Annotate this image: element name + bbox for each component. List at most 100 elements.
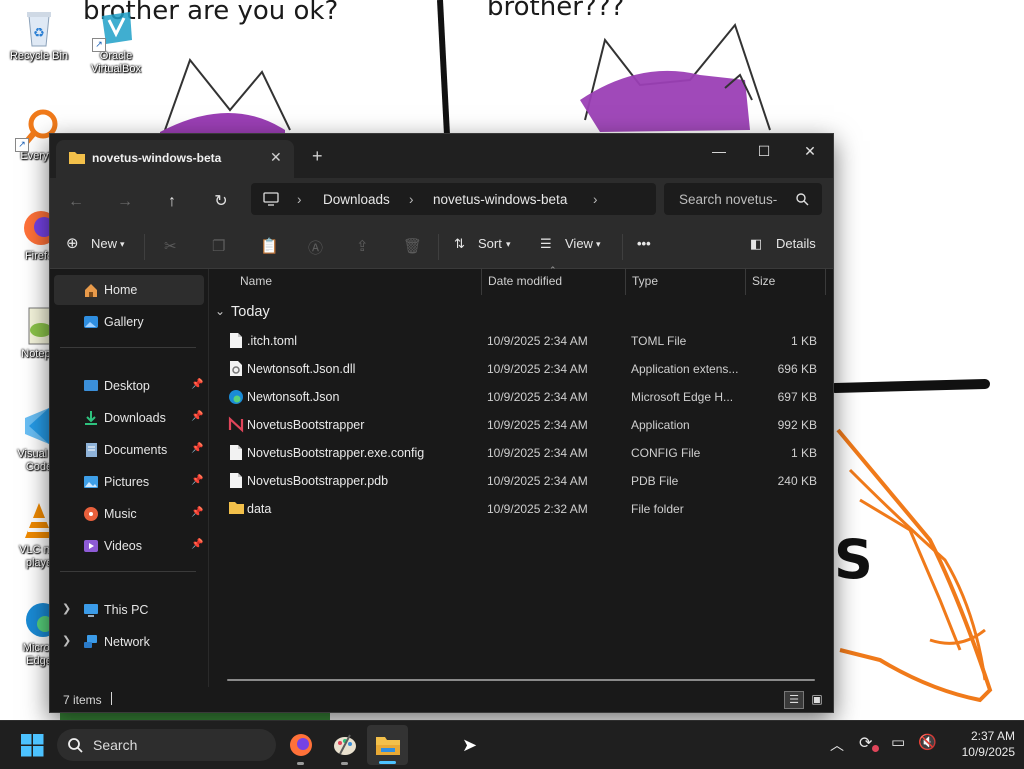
column-divider[interactable] — [825, 269, 826, 295]
chevron-down-icon: ▾ — [120, 239, 125, 249]
up-arrow-icon[interactable]: ↑ — [158, 188, 186, 216]
title-bar[interactable]: novetus-windows-beta ✕ + — ☐ ✕ — [50, 134, 833, 178]
details-view-icon[interactable]: ☰ — [784, 691, 804, 709]
sort-button[interactable]: ⇅ Sort ▾ — [452, 226, 518, 268]
paste-icon[interactable]: 📋 — [260, 237, 279, 255]
tiles-view-icon[interactable]: ▣ — [808, 691, 826, 707]
clock[interactable]: 2:37 AM 10/9/2025 — [943, 728, 1015, 760]
breadcrumb-novetus-windows-beta[interactable]: novetus-windows-beta — [433, 192, 567, 207]
sync-icon[interactable]: ⟳ — [859, 733, 872, 753]
tab-novetus-windows-beta[interactable]: novetus-windows-beta ✕ — [56, 140, 294, 178]
desktop-icon-label: Recycle Bin — [9, 50, 69, 62]
close-tab-icon[interactable]: ✕ — [270, 149, 282, 166]
file-row[interactable]: .itch.toml 10/9/2025 2:34 AM TOML File 1… — [219, 327, 823, 355]
sidebar-item-music[interactable]: Music 📌 — [50, 499, 206, 529]
sidebar-item-label: This PC — [104, 603, 149, 617]
maximize-button[interactable]: ☐ — [741, 138, 787, 164]
sidebar-item-desktop[interactable]: Desktop 📌 — [50, 371, 206, 401]
file-date: 10/9/2025 2:34 AM — [487, 362, 588, 376]
show-hidden-icons-chevron-icon[interactable]: ︿ — [830, 735, 844, 755]
file-name: Newtonsoft.Json.dll — [247, 362, 356, 376]
new-tab-button[interactable]: + — [312, 146, 323, 167]
sidebar-item-videos[interactable]: Videos 📌 — [50, 531, 206, 561]
horizontal-scrollbar[interactable] — [227, 679, 815, 681]
file-row[interactable]: NovetusBootstrapper.pdb 10/9/2025 2:34 A… — [219, 467, 823, 495]
close-button[interactable]: ✕ — [787, 138, 833, 164]
details-pane-button[interactable]: ◧ Details — [750, 226, 820, 268]
file-row[interactable]: Newtonsoft.Json 10/9/2025 2:34 AM Micros… — [219, 383, 823, 411]
share-icon[interactable]: ⇪ — [356, 237, 369, 255]
chevron-down-icon: ▾ — [506, 239, 511, 249]
pin-icon: 📌 — [191, 539, 204, 550]
view-button[interactable]: ☰ View ▾ — [540, 226, 610, 268]
file-type: Application extens... — [631, 362, 739, 376]
network-status-icon[interactable]: ▭ — [891, 733, 905, 751]
breadcrumb-downloads[interactable]: Downloads — [323, 192, 390, 207]
pin-icon: 📌 — [191, 411, 204, 422]
file-size: 696 KB — [777, 362, 817, 376]
novetus-app-icon — [228, 416, 244, 433]
view-icon: ☰ — [540, 236, 552, 251]
pin-icon: 📌 — [191, 443, 204, 454]
column-header-size[interactable]: Size — [752, 274, 775, 288]
column-header-date-modified[interactable]: Date modified — [488, 274, 562, 288]
file-row[interactable]: NovetusBootstrapper.exe.config 10/9/2025… — [219, 439, 823, 467]
desktop-icon-recycle-bin[interactable]: ♻ Recycle Bin — [4, 6, 74, 63]
back-arrow-icon[interactable]: ← — [62, 188, 90, 216]
rename-icon[interactable]: Ⓐ — [308, 237, 323, 258]
new-button[interactable]: ⊕ New ▾ — [64, 226, 134, 268]
search-input[interactable]: Search novetus- — [664, 183, 822, 215]
file-size: 992 KB — [777, 418, 817, 432]
sidebar-item-downloads[interactable]: Downloads 📌 — [50, 403, 206, 433]
refresh-icon[interactable]: ↻ — [207, 188, 235, 216]
cut-icon[interactable]: ✂ — [164, 237, 177, 255]
plus-circle-icon: ⊕ — [66, 235, 79, 252]
command-toolbar: ⊕ New ▾ ✂ ❐ 📋 Ⓐ ⇪ 🗑 ⇅ Sort ▾ ☰ View ▾ ••… — [50, 226, 833, 269]
column-divider[interactable] — [745, 269, 746, 295]
minimize-button[interactable]: — — [696, 138, 742, 164]
file-row[interactable]: Newtonsoft.Json.dll 10/9/2025 2:34 AM Ap… — [219, 355, 823, 383]
search-icon — [796, 193, 809, 206]
pictures-icon — [84, 476, 98, 488]
delete-icon[interactable]: 🗑 — [403, 237, 422, 255]
column-header-type[interactable]: Type — [632, 274, 658, 288]
file-row[interactable]: data 10/9/2025 2:32 AM File folder — [219, 495, 823, 523]
sidebar-item-home[interactable]: Home — [54, 275, 204, 305]
sort-icon: ⇅ — [454, 236, 465, 251]
column-header-name[interactable]: Name — [240, 274, 272, 288]
file-type: Microsoft Edge H... — [631, 390, 734, 404]
sidebar-item-network[interactable]: ❯ Network — [50, 627, 206, 657]
forward-arrow-icon[interactable]: → — [111, 188, 139, 216]
volume-muted-icon[interactable]: 🔇 — [918, 733, 937, 751]
column-divider[interactable] — [625, 269, 626, 295]
windows-start-icon[interactable] — [21, 734, 44, 757]
sidebar-item-this-pc[interactable]: ❯ This PC — [50, 595, 206, 625]
more-options-button[interactable]: ••• — [637, 236, 651, 251]
file-explorer-taskbar-button[interactable] — [367, 725, 408, 765]
taskbar-search-box[interactable]: Search — [57, 729, 276, 761]
tab-label: novetus-windows-beta — [92, 151, 222, 165]
desktop-icon-virtualbox[interactable]: ↗ Oracle VirtualBox — [81, 6, 151, 76]
sidebar-item-gallery[interactable]: Gallery — [50, 307, 206, 337]
copy-icon[interactable]: ❐ — [212, 237, 225, 255]
chevron-right-icon[interactable]: ❯ — [62, 634, 71, 647]
file-row[interactable]: NovetusBootstrapper 10/9/2025 2:34 AM Ap… — [219, 411, 823, 439]
running-indicator — [341, 762, 348, 765]
virtualbox-icon: ↗ — [92, 6, 138, 52]
breadcrumb[interactable]: › Downloads › novetus-windows-beta › — [251, 183, 656, 215]
firefox-icon[interactable] — [289, 733, 313, 757]
chevron-right-icon[interactable]: ❯ — [62, 602, 71, 615]
sidebar-item-label: Downloads — [104, 411, 166, 425]
search-icon — [68, 738, 83, 753]
file-type: File folder — [631, 502, 684, 516]
sidebar-item-pictures[interactable]: Pictures 📌 — [50, 467, 206, 497]
file-explorer-window: novetus-windows-beta ✕ + — ☐ ✕ ← → ↑ ↻ ›… — [49, 133, 834, 713]
file-size: 1 KB — [790, 446, 817, 460]
paint-icon[interactable] — [332, 732, 358, 758]
sidebar-item-label: Gallery — [104, 315, 144, 329]
column-divider[interactable] — [481, 269, 482, 295]
file-name: NovetusBootstrapper.exe.config — [247, 446, 425, 460]
videos-icon — [84, 540, 98, 552]
group-header-today[interactable]: ⌄ Today — [215, 302, 415, 324]
sidebar-item-documents[interactable]: Documents 📌 — [50, 435, 206, 465]
